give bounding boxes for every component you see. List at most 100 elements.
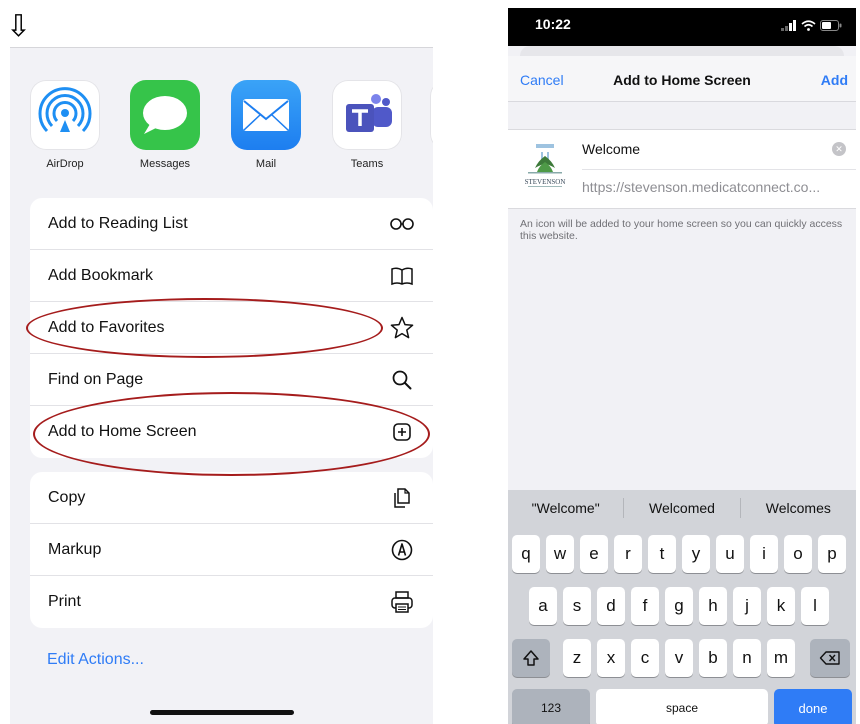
app-label: AirDrop xyxy=(46,158,84,170)
done-key[interactable]: done xyxy=(774,689,852,724)
action-label: Copy xyxy=(48,488,86,506)
app-messages[interactable]: Messages xyxy=(130,80,200,170)
app-teams[interactable]: Teams xyxy=(332,80,402,170)
divider xyxy=(582,169,856,170)
status-bar: 10:22 xyxy=(508,8,856,46)
star-icon xyxy=(389,315,415,341)
suggestion-bar: "Welcome" Welcomed Welcomes xyxy=(508,490,856,526)
share-apps-row[interactable]: AirDrop Messages Mail Teams xyxy=(10,80,433,180)
key[interactable]: q xyxy=(512,535,540,573)
down-arrow-icon: ⇩ xyxy=(6,9,32,44)
share-actions-group-2: Copy Markup Print xyxy=(30,472,433,628)
nav-title: Add to Home Screen xyxy=(613,72,751,88)
share-actions-group: Add to Reading List Add Bookmark Add to … xyxy=(30,198,433,458)
magnifier-icon xyxy=(389,367,415,393)
clear-text-icon[interactable]: ✕ xyxy=(832,142,846,156)
printer-icon xyxy=(389,589,415,615)
key[interactable]: h xyxy=(699,587,727,625)
messages-icon xyxy=(130,80,200,150)
action-add-to-reading-list[interactable]: Add to Reading List xyxy=(30,198,433,250)
key[interactable]: a xyxy=(529,587,557,625)
action-label: Add to Reading List xyxy=(48,214,188,232)
key[interactable]: g xyxy=(665,587,693,625)
key[interactable]: n xyxy=(733,639,761,677)
status-icons xyxy=(781,20,842,31)
share-sheet: AirDrop Messages Mail Teams Add to Readi… xyxy=(10,47,433,724)
key[interactable]: w xyxy=(546,535,574,573)
key[interactable]: z xyxy=(563,639,591,677)
wifi-icon xyxy=(801,20,816,31)
key[interactable]: p xyxy=(818,535,846,573)
keyboard: "Welcome" Welcomed Welcomes q w e r t y … xyxy=(508,490,856,724)
app-label: Mail xyxy=(255,158,277,170)
action-find-on-page[interactable]: Find on Page xyxy=(30,354,433,406)
airdrop-icon xyxy=(30,80,100,150)
action-print[interactable]: Print xyxy=(30,576,433,628)
numbers-key[interactable]: 123 xyxy=(512,689,590,724)
key[interactable]: j xyxy=(733,587,761,625)
key[interactable]: k xyxy=(767,587,795,625)
app-label: Teams xyxy=(350,158,384,170)
key[interactable]: i xyxy=(750,535,778,573)
signal-icon xyxy=(781,20,796,31)
action-label: Add to Home Screen xyxy=(48,423,197,440)
suggestion-2[interactable]: Welcomes xyxy=(741,500,856,516)
sheet-stack-edge xyxy=(520,46,844,56)
app-label: Messages xyxy=(139,158,191,170)
nav-bar: Cancel Add to Home Screen Add xyxy=(508,56,856,102)
home-indicator xyxy=(150,710,294,715)
action-label: Print xyxy=(48,593,81,610)
space-key[interactable]: space xyxy=(596,689,768,724)
add-to-home-screen-sheet: 10:22 Cancel Add to Home Screen Add STEV… xyxy=(508,8,856,724)
suggestion-1[interactable]: Welcomed xyxy=(624,500,739,516)
edit-actions-link[interactable]: Edit Actions... xyxy=(47,651,144,669)
suggestion-quoted[interactable]: "Welcome" xyxy=(508,500,623,516)
shift-key[interactable] xyxy=(512,639,550,677)
action-label: Markup xyxy=(48,540,102,558)
app-airdrop[interactable]: AirDrop xyxy=(30,80,100,170)
shortcut-name-input[interactable] xyxy=(582,141,828,157)
shortcut-entry-card: STEVENSON ✕ https://stevenson.medicatcon… xyxy=(508,129,856,209)
action-add-bookmark[interactable]: Add Bookmark xyxy=(30,250,433,302)
add-button[interactable]: Add xyxy=(821,72,848,88)
app-mail[interactable]: Mail xyxy=(231,80,301,170)
key[interactable]: s xyxy=(563,587,591,625)
markup-icon xyxy=(389,537,415,563)
action-label: Add to Favorites xyxy=(48,318,165,336)
site-logo: STEVENSON xyxy=(520,142,570,194)
key[interactable]: b xyxy=(699,639,727,677)
shift-arrow-icon xyxy=(523,650,539,666)
plus-square-icon xyxy=(389,419,415,445)
action-add-to-home-screen[interactable]: Add to Home Screen xyxy=(30,406,433,458)
key[interactable]: o xyxy=(784,535,812,573)
action-add-to-favorites[interactable]: Add to Favorites xyxy=(30,302,433,354)
site-url: https://stevenson.medicatconnect.co... xyxy=(582,179,821,195)
key[interactable]: f xyxy=(631,587,659,625)
key[interactable]: m xyxy=(767,639,795,677)
action-label: Find on Page xyxy=(48,370,144,388)
key[interactable]: v xyxy=(665,639,693,677)
key[interactable]: l xyxy=(801,587,829,625)
key[interactable]: x xyxy=(597,639,625,677)
partial-app-icon xyxy=(430,80,433,150)
battery-icon xyxy=(820,20,842,31)
app-partial[interactable] xyxy=(430,80,433,150)
site-logo-text: STEVENSON xyxy=(525,178,566,186)
key[interactable]: y xyxy=(682,535,710,573)
key[interactable]: d xyxy=(597,587,625,625)
action-label: Add Bookmark xyxy=(48,266,153,284)
action-copy[interactable]: Copy xyxy=(30,472,433,524)
teams-icon xyxy=(332,80,402,150)
backspace-icon xyxy=(819,651,840,665)
key[interactable]: t xyxy=(648,535,676,573)
backspace-key[interactable] xyxy=(810,639,850,677)
bookmark-book-icon xyxy=(389,263,415,289)
key[interactable]: e xyxy=(580,535,608,573)
key[interactable]: c xyxy=(631,639,659,677)
mail-icon xyxy=(231,80,301,150)
key[interactable]: u xyxy=(716,535,744,573)
action-markup[interactable]: Markup xyxy=(30,524,433,576)
reading-list-icon xyxy=(389,211,415,237)
key[interactable]: r xyxy=(614,535,642,573)
hint-text: An icon will be added to your home scree… xyxy=(520,218,843,242)
